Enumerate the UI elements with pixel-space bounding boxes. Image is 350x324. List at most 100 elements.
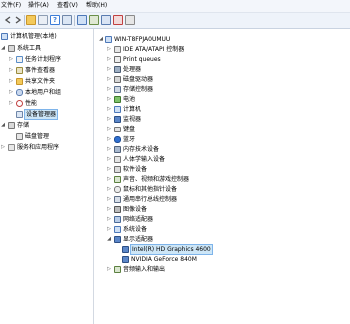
device-category-label: 人体学输入设备 <box>123 156 166 163</box>
device-category-label: 内存技术设备 <box>123 146 160 153</box>
menu-action[interactable]: 操作(A) <box>28 2 49 10</box>
hid-icon <box>114 156 121 163</box>
collapse-icon[interactable]: ◢ <box>107 237 111 242</box>
expand-icon[interactable]: ▷ <box>9 101 13 106</box>
tree-item-label: 事件查看器 <box>25 67 56 74</box>
display-adapter-icon <box>122 246 129 253</box>
computer-icon <box>105 36 112 43</box>
storage-icon <box>8 122 15 129</box>
device-category-label: 计算机 <box>123 106 142 113</box>
users-icon <box>16 89 23 96</box>
expand-icon[interactable]: ▷ <box>107 137 111 142</box>
software-device-icon <box>114 166 121 173</box>
mouse-icon <box>114 186 121 193</box>
disk-drive-icon <box>114 76 121 83</box>
expand-icon[interactable]: ▷ <box>107 47 111 52</box>
forward-icon[interactable] <box>13 15 23 25</box>
computer-icon <box>114 106 121 113</box>
tree-item-label: 性能 <box>25 100 38 107</box>
device-category-label: 磁盘驱动器 <box>123 76 154 83</box>
expand-icon[interactable]: ▷ <box>107 227 111 232</box>
device-category-label: 监视器 <box>123 116 142 123</box>
event-viewer-icon <box>16 67 23 74</box>
toolbar-separator <box>24 15 25 26</box>
device-category-label: 键盘 <box>123 126 136 133</box>
expand-icon[interactable]: ▷ <box>9 57 13 62</box>
cpu-icon <box>114 66 121 73</box>
display-adapter-icon <box>122 256 129 263</box>
shared-folder-icon <box>16 78 23 85</box>
tree-item-label: 系统工具 <box>17 45 42 52</box>
tree-item-label: 存储 <box>17 122 30 129</box>
expand-icon[interactable]: ▷ <box>107 217 111 222</box>
display-adapter-icon <box>114 236 121 243</box>
keyboard-icon <box>114 127 121 132</box>
monitor-icon[interactable] <box>89 15 99 25</box>
device-category-label: 系统设备 <box>123 226 148 233</box>
uninstall-icon[interactable] <box>113 15 123 25</box>
collapse-icon[interactable]: ◢ <box>99 37 103 42</box>
help-icon[interactable]: ? <box>50 15 60 25</box>
toolbar: ? <box>0 13 350 29</box>
expand-icon[interactable]: ▷ <box>107 267 111 272</box>
menu-view[interactable]: 查看(V) <box>57 2 78 10</box>
device-category-label: 蓝牙 <box>123 136 136 143</box>
expand-icon[interactable]: ▷ <box>107 107 111 112</box>
expand-icon[interactable]: ▷ <box>107 147 111 152</box>
expand-icon[interactable]: ▷ <box>107 167 111 172</box>
expand-icon[interactable]: ▷ <box>107 207 111 212</box>
expand-icon[interactable]: ▷ <box>107 87 111 92</box>
view-icon[interactable] <box>62 15 72 25</box>
battery-icon <box>114 96 121 103</box>
expand-icon[interactable]: ▷ <box>107 157 111 162</box>
expand-icon[interactable]: ▷ <box>107 97 111 102</box>
ide-icon <box>114 46 121 53</box>
expand-icon[interactable]: ▷ <box>107 77 111 82</box>
sound-icon <box>114 176 121 183</box>
menu-help[interactable]: 帮助(H) <box>86 2 107 10</box>
tree-item-label: 本地用户和组 <box>25 89 62 96</box>
device-category-label: Print queues <box>123 56 161 63</box>
expand-icon[interactable]: ▷ <box>107 127 111 132</box>
tree-item-label: 磁盘管理 <box>25 133 50 140</box>
expand-icon[interactable]: ▷ <box>107 57 111 62</box>
device-category-label: 网络适配器 <box>123 216 154 223</box>
expand-icon[interactable]: ▷ <box>9 68 13 73</box>
expand-icon[interactable]: ▷ <box>1 145 5 150</box>
expand-icon[interactable]: ▷ <box>107 117 111 122</box>
expand-icon[interactable]: ▷ <box>107 67 111 72</box>
expand-icon[interactable]: ▷ <box>107 177 111 182</box>
tree-item-label: 任务计划程序 <box>25 56 62 63</box>
disable-icon[interactable] <box>125 15 135 25</box>
toolbar-separator <box>74 15 75 26</box>
folder-icon[interactable] <box>26 15 36 25</box>
computer-icon[interactable] <box>77 15 87 25</box>
bluetooth-icon <box>114 136 121 143</box>
task-scheduler-icon <box>16 56 23 63</box>
network-icon <box>114 216 121 223</box>
update-icon[interactable] <box>101 15 111 25</box>
expand-icon[interactable]: ▷ <box>107 197 111 202</box>
memory-icon <box>114 146 121 153</box>
collapse-icon[interactable]: ◢ <box>1 46 5 51</box>
collapse-icon[interactable]: ◢ <box>1 123 5 128</box>
device-category-label: 处理器 <box>123 66 142 73</box>
device-category-label: 存储控制器 <box>123 86 154 93</box>
expand-icon[interactable]: ▷ <box>9 90 13 95</box>
performance-icon <box>16 100 23 107</box>
tools-icon <box>8 45 15 52</box>
device-category-label: 音频输入和输出 <box>123 266 166 273</box>
tree-item-label: 设备管理器 <box>23 109 59 120</box>
device-category-label: 鼠标和其他指针设备 <box>123 186 178 193</box>
menu-file[interactable]: 文件(F) <box>1 2 21 10</box>
expand-icon[interactable]: ▷ <box>9 79 13 84</box>
device-tree-pane: ◢ WIN-T8FPJA0UMUU ▷ IDE ATA/ATAPI 控制器 ▷ … <box>94 29 350 324</box>
expand-icon[interactable]: ▷ <box>107 187 111 192</box>
computer-management-icon <box>1 33 8 40</box>
camera-icon <box>114 206 121 213</box>
tree-root-label: 计算机管理(本地) <box>10 33 57 40</box>
audio-icon <box>114 266 121 273</box>
properties-icon[interactable] <box>38 15 48 25</box>
device-manager-icon <box>16 111 23 118</box>
back-icon[interactable] <box>3 15 13 25</box>
